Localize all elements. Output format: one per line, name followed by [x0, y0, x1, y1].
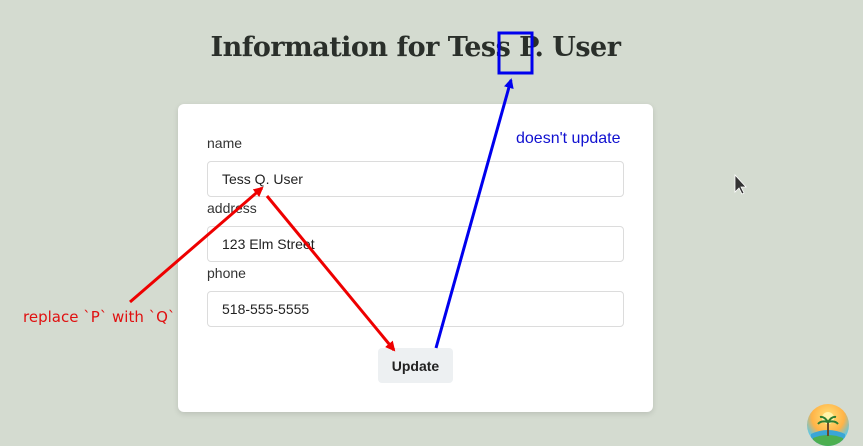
user-info-form: name address phone Update	[178, 104, 653, 412]
annotation-replace-p-with-q: replace `P` with `Q`	[23, 308, 176, 326]
address-label: address	[207, 200, 257, 216]
address-input[interactable]	[207, 226, 624, 262]
mouse-pointer-icon	[734, 173, 747, 195]
phone-input[interactable]	[207, 291, 624, 327]
phone-label: phone	[207, 265, 246, 281]
annotation-doesnt-update: doesn't update	[516, 130, 621, 147]
page-title: Information for Tess P. User	[210, 32, 621, 63]
app-logo-icon[interactable]	[807, 404, 849, 446]
name-label: name	[207, 135, 243, 151]
name-input[interactable]	[207, 161, 624, 197]
update-button[interactable]: Update	[378, 348, 453, 383]
